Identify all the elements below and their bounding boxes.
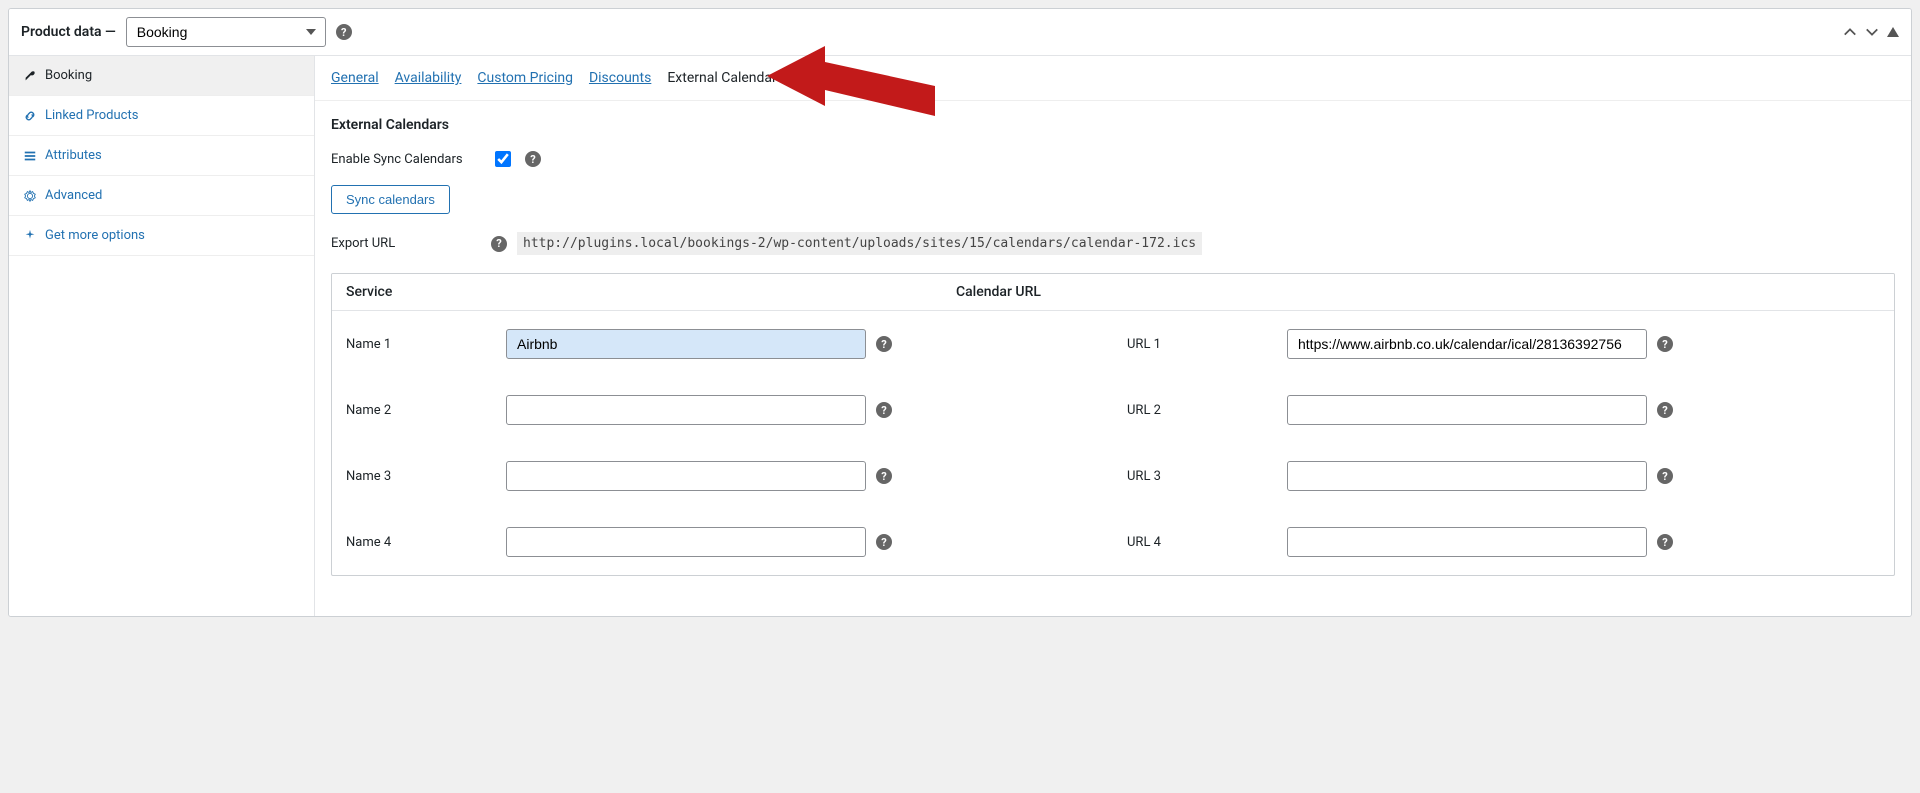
name-label: Name 1 [332, 319, 492, 370]
name-label: Name 3 [332, 451, 492, 502]
table-header: Service Calendar URL [332, 274, 1894, 311]
help-icon: ? [1657, 402, 1673, 418]
subtab-availability[interactable]: Availability [395, 70, 462, 86]
wrench-icon [23, 69, 37, 83]
calendar-url-input[interactable] [1287, 395, 1647, 425]
collapse-toggle-icon[interactable] [1887, 27, 1899, 37]
calendar-name-input[interactable] [506, 527, 866, 557]
sidebar-item-label: Booking [45, 68, 92, 83]
list-icon [23, 149, 37, 163]
url-label: URL 1 [1113, 319, 1273, 370]
url-label: URL 3 [1113, 451, 1273, 502]
sidebar-item-get-more-options[interactable]: Get more options [9, 216, 314, 256]
help-icon: ? [1657, 468, 1673, 484]
export-url-label: Export URL [331, 236, 481, 251]
url-label: URL 4 [1113, 517, 1273, 568]
calendar-url-input[interactable] [1287, 527, 1647, 557]
table-row: Name 2 ? URL 2 ? [332, 377, 1894, 443]
sidebar-item-label: Linked Products [45, 108, 138, 123]
calendar-url-input[interactable] [1287, 329, 1647, 359]
sidebar-item-advanced[interactable]: Advanced [9, 176, 314, 216]
help-icon: ? [1657, 336, 1673, 352]
sidebar-item-label: Advanced [45, 188, 102, 203]
sidebar: Booking Linked Products Attributes Advan… [9, 56, 315, 616]
name-label: Name 4 [332, 517, 492, 568]
subtab-custom-pricing[interactable]: Custom Pricing [477, 70, 573, 86]
section-title: External Calendars [331, 117, 1895, 133]
name-label: Name 2 [332, 385, 492, 436]
table-row: Name 3 ? URL 3 ? [332, 443, 1894, 509]
link-icon [23, 109, 37, 123]
calendars-table: Service Calendar URL Name 1 ? URL 1 [331, 273, 1895, 576]
sidebar-item-label: Attributes [45, 148, 102, 163]
calendar-url-input[interactable] [1287, 461, 1647, 491]
chevron-down-icon[interactable] [1865, 25, 1879, 39]
calendar-name-input[interactable] [506, 461, 866, 491]
sidebar-item-label: Get more options [45, 228, 145, 243]
subtabs: General Availability Custom Pricing Disc… [315, 56, 1911, 101]
help-icon: ? [876, 402, 892, 418]
help-icon: ? [336, 24, 352, 40]
help-icon: ? [1657, 534, 1673, 550]
col-service: Service [346, 284, 956, 300]
sync-calendars-button[interactable]: Sync calendars [331, 185, 450, 214]
sidebar-item-booking[interactable]: Booking [9, 56, 314, 96]
calendar-name-input[interactable] [506, 329, 866, 359]
chevron-up-icon[interactable] [1843, 25, 1857, 39]
help-icon: ? [876, 336, 892, 352]
calendar-name-input[interactable] [506, 395, 866, 425]
export-url-value: http://plugins.local/bookings-2/wp-conte… [517, 232, 1202, 255]
col-calendar-url: Calendar URL [956, 284, 1880, 300]
help-icon: ? [876, 468, 892, 484]
help-icon: ? [491, 236, 507, 252]
panel-header: Product data — Booking ? [9, 9, 1911, 56]
panel-title: Product data — [21, 24, 116, 40]
sidebar-item-attributes[interactable]: Attributes [9, 136, 314, 176]
url-label: URL 2 [1113, 385, 1273, 436]
table-row: Name 4 ? URL 4 ? [332, 509, 1894, 575]
table-row: Name 1 ? URL 1 ? [332, 311, 1894, 377]
product-type-select[interactable]: Booking [126, 17, 326, 47]
help-icon: ? [525, 151, 541, 167]
subtab-external-calendars[interactable]: External Calendars [667, 70, 784, 86]
main: General Availability Custom Pricing Disc… [315, 56, 1911, 616]
gear-icon [23, 189, 37, 203]
enable-sync-checkbox[interactable] [495, 151, 511, 167]
product-data-panel: Product data — Booking ? [8, 8, 1912, 617]
sidebar-item-linked-products[interactable]: Linked Products [9, 96, 314, 136]
help-icon: ? [876, 534, 892, 550]
subtab-discounts[interactable]: Discounts [589, 70, 651, 86]
subtab-general[interactable]: General [331, 70, 379, 86]
sparkle-icon [23, 229, 37, 243]
enable-sync-label: Enable Sync Calendars [331, 152, 481, 167]
